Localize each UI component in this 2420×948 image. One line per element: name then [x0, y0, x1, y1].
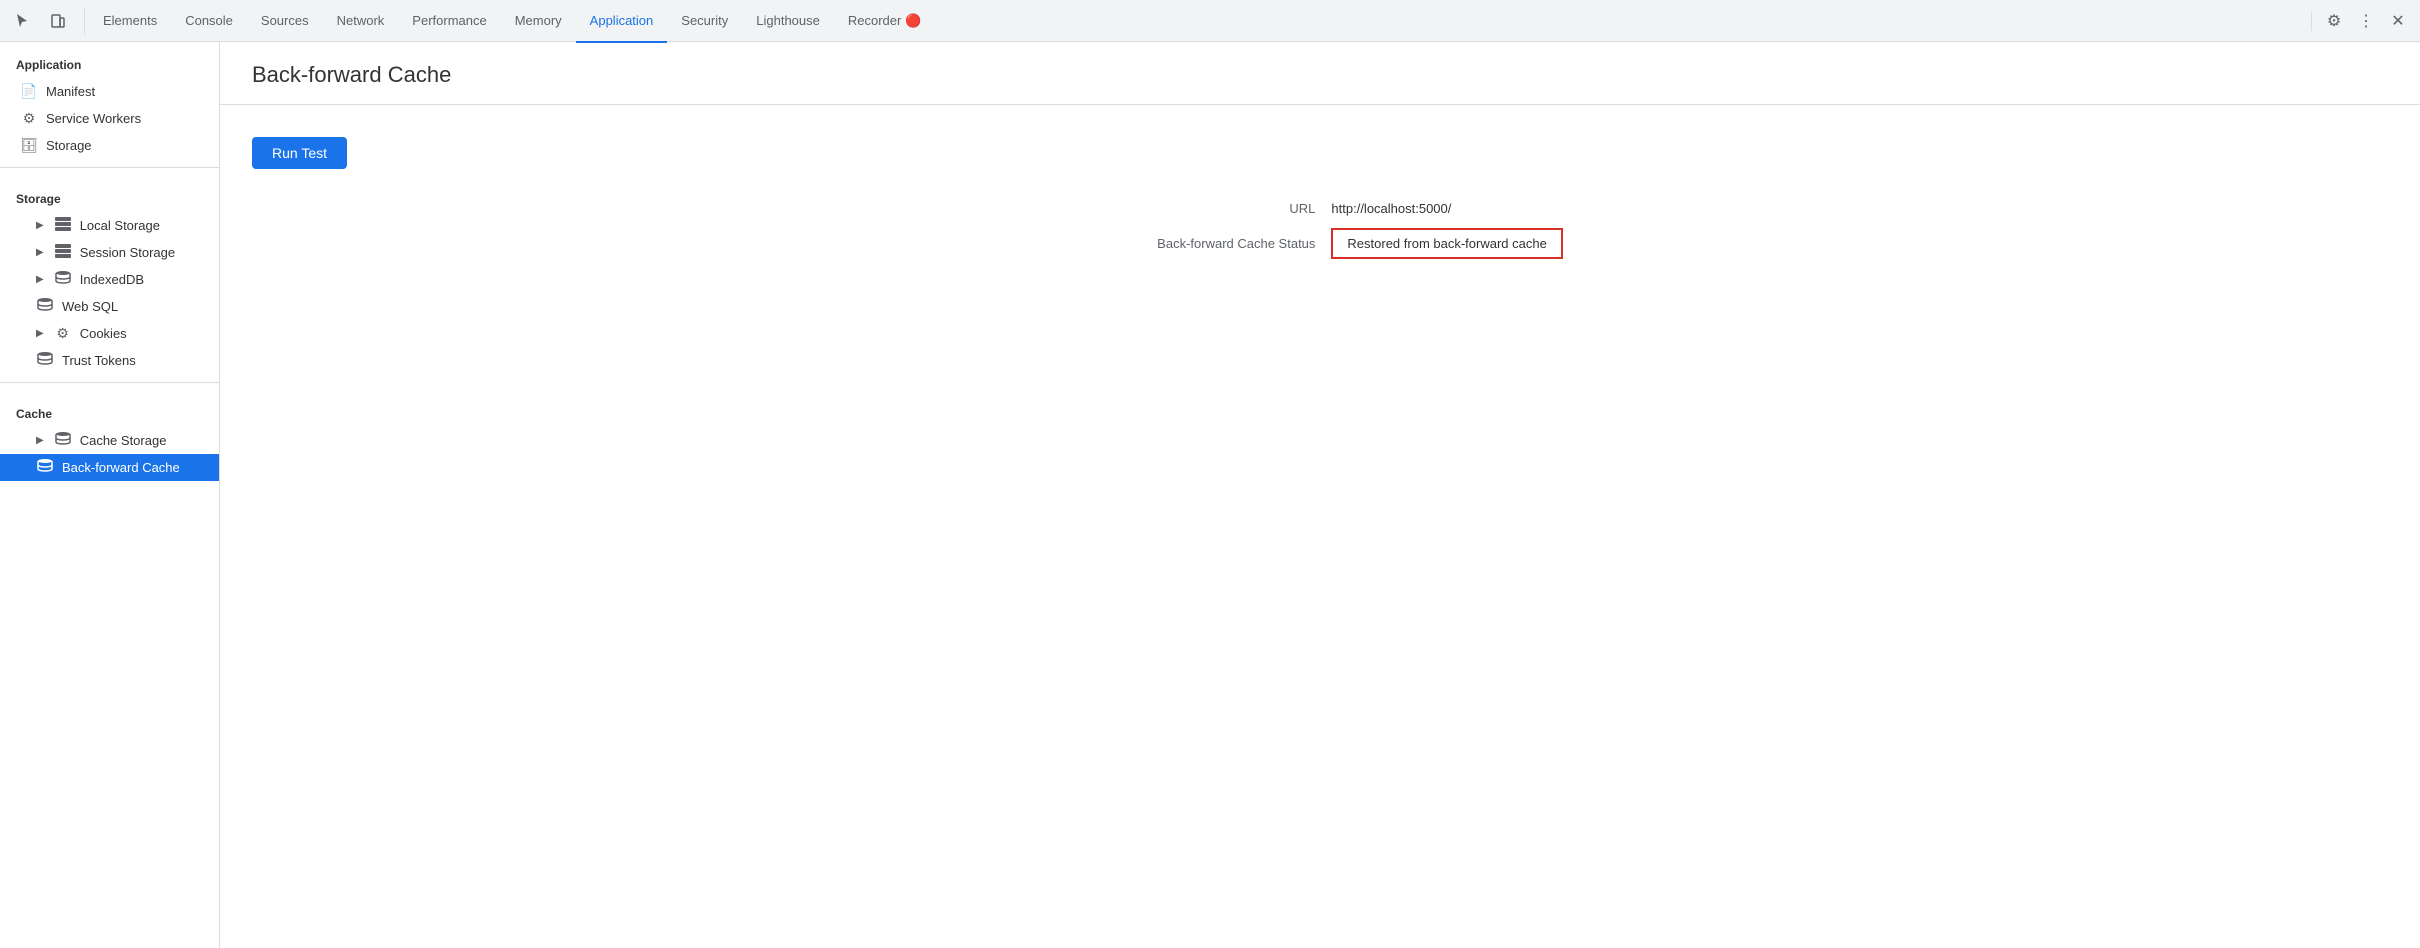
content-area: Back-forward Cache Run Test URL http://l… [220, 42, 2420, 948]
expand-arrow-icon: ▶ [36, 328, 44, 339]
status-box: Restored from back-forward cache [1331, 228, 1562, 259]
expand-arrow-icon: ▶ [36, 435, 44, 446]
sidebar-item-session-storage[interactable]: ▶ Session Storage [0, 239, 219, 266]
gear-icon: ⚙ [20, 110, 38, 127]
run-test-button[interactable]: Run Test [252, 137, 347, 169]
tab-security[interactable]: Security [667, 1, 742, 43]
sidebar-section-cache: Cache [0, 391, 219, 427]
sidebar-item-manifest[interactable]: 📄 Manifest [0, 78, 219, 105]
cursor-icon[interactable] [8, 7, 36, 35]
devtools-icons [8, 7, 85, 35]
tab-application[interactable]: Application [576, 1, 668, 43]
session-storage-icon [54, 244, 72, 261]
separator [2311, 11, 2312, 31]
sidebar-item-local-storage-label: Local Storage [80, 218, 160, 233]
sidebar-item-trust-tokens-label: Trust Tokens [62, 353, 136, 368]
sidebar-item-service-workers[interactable]: ⚙ Service Workers [0, 105, 219, 132]
indexeddb-icon [54, 271, 72, 288]
manifest-icon: 📄 [20, 83, 38, 100]
info-grid: URL http://localhost:5000/ Back-forward … [332, 201, 2388, 259]
cache-storage-icon [54, 432, 72, 449]
status-value: Restored from back-forward cache [1331, 228, 2388, 259]
tab-bar-right: ⚙ ⋮ ✕ [2307, 7, 2412, 35]
sidebar-item-storage[interactable]: 🗄 Storage [0, 132, 219, 159]
sidebar-item-trust-tokens[interactable]: Trust Tokens [0, 347, 219, 374]
tab-memory[interactable]: Memory [501, 1, 576, 43]
back-forward-cache-icon [36, 459, 54, 476]
sidebar-item-cache-storage-label: Cache Storage [80, 433, 167, 448]
expand-arrow-icon: ▶ [36, 274, 44, 285]
tab-sources[interactable]: Sources [247, 1, 323, 43]
sidebar-item-manifest-label: Manifest [46, 84, 95, 99]
web-sql-icon [36, 298, 54, 315]
sidebar-item-cookies[interactable]: ▶ ⚙ Cookies [0, 320, 219, 347]
tab-elements[interactable]: Elements [89, 1, 171, 43]
local-storage-icon [54, 217, 72, 234]
sidebar-item-back-forward-cache[interactable]: Back-forward Cache [0, 454, 219, 481]
status-label: Back-forward Cache Status [332, 236, 1315, 251]
url-value: http://localhost:5000/ [1331, 201, 2388, 216]
tab-lighthouse[interactable]: Lighthouse [742, 1, 834, 43]
tab-network[interactable]: Network [323, 1, 399, 43]
sidebar-section-application: Application [0, 42, 219, 78]
sidebar-item-back-forward-cache-label: Back-forward Cache [62, 460, 180, 475]
tab-bar: Elements Console Sources Network Perform… [0, 0, 2420, 42]
sidebar-item-service-workers-label: Service Workers [46, 111, 141, 126]
tab-console[interactable]: Console [171, 1, 247, 43]
sidebar: Application 📄 Manifest ⚙ Service Workers… [0, 42, 220, 948]
sidebar-item-session-storage-label: Session Storage [80, 245, 175, 260]
sidebar-item-cookies-label: Cookies [80, 326, 127, 341]
content-body: Run Test URL http://localhost:5000/ Back… [220, 105, 2420, 291]
content-header: Back-forward Cache [220, 42, 2420, 105]
tab-performance[interactable]: Performance [398, 1, 500, 43]
more-icon[interactable]: ⋮ [2352, 7, 2380, 35]
divider-2 [0, 382, 219, 383]
cookies-icon: ⚙ [54, 325, 72, 342]
url-label: URL [332, 201, 1315, 216]
expand-arrow-icon: ▶ [36, 220, 44, 231]
trust-tokens-icon [36, 352, 54, 369]
main-layout: Application 📄 Manifest ⚙ Service Workers… [0, 42, 2420, 948]
storage-icon: 🗄 [20, 137, 38, 154]
close-icon[interactable]: ✕ [2384, 7, 2412, 35]
sidebar-item-cache-storage[interactable]: ▶ Cache Storage [0, 427, 219, 454]
sidebar-item-indexeddb[interactable]: ▶ IndexedDB [0, 266, 219, 293]
sidebar-item-indexeddb-label: IndexedDB [80, 272, 144, 287]
divider-1 [0, 167, 219, 168]
tab-recorder[interactable]: Recorder 🔴 [834, 1, 935, 43]
sidebar-section-storage: Storage [0, 176, 219, 212]
sidebar-item-local-storage[interactable]: ▶ Local Storage [0, 212, 219, 239]
expand-arrow-icon: ▶ [36, 247, 44, 258]
sidebar-item-web-sql[interactable]: Web SQL [0, 293, 219, 320]
sidebar-item-storage-label: Storage [46, 138, 92, 153]
settings-icon[interactable]: ⚙ [2320, 7, 2348, 35]
page-title: Back-forward Cache [252, 62, 2388, 88]
sidebar-item-web-sql-label: Web SQL [62, 299, 118, 314]
device-icon[interactable] [44, 7, 72, 35]
